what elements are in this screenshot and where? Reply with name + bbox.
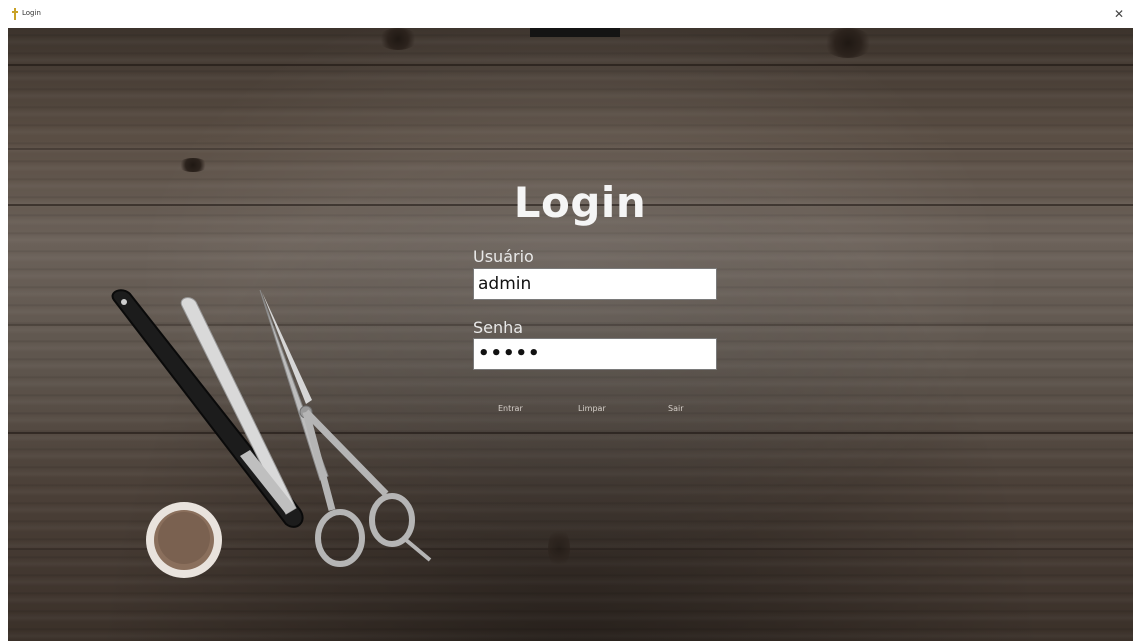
close-button[interactable]: ✕ (1111, 6, 1127, 22)
barber-tools-illustration (111, 289, 432, 578)
login-heading: Login (513, 178, 647, 227)
title-bar: Login ✕ (0, 0, 1133, 28)
wood-knot (178, 158, 208, 172)
window-title: Login (22, 9, 41, 17)
wood-knot (823, 28, 873, 58)
top-dark-strip (530, 28, 620, 37)
close-icon: ✕ (1113, 7, 1125, 21)
clear-button[interactable]: Limpar (578, 404, 606, 413)
password-label: Senha (473, 318, 524, 337)
app-icon (12, 8, 18, 20)
wood-knot (378, 28, 418, 50)
exit-button[interactable]: Sair (668, 404, 684, 413)
username-label: Usuário (473, 247, 534, 266)
username-input[interactable]: admin (473, 268, 717, 300)
wood-knot (548, 528, 570, 568)
plank-seam (8, 64, 1133, 66)
login-window: Login ✕ Login Usuário admin Senha ••••• … (0, 0, 1133, 641)
password-input[interactable]: ••••• (473, 338, 717, 370)
pomade-jar-icon (146, 502, 222, 578)
enter-button[interactable]: Entrar (498, 404, 523, 413)
razor-icon (111, 289, 304, 528)
plank-seam (8, 148, 1133, 150)
